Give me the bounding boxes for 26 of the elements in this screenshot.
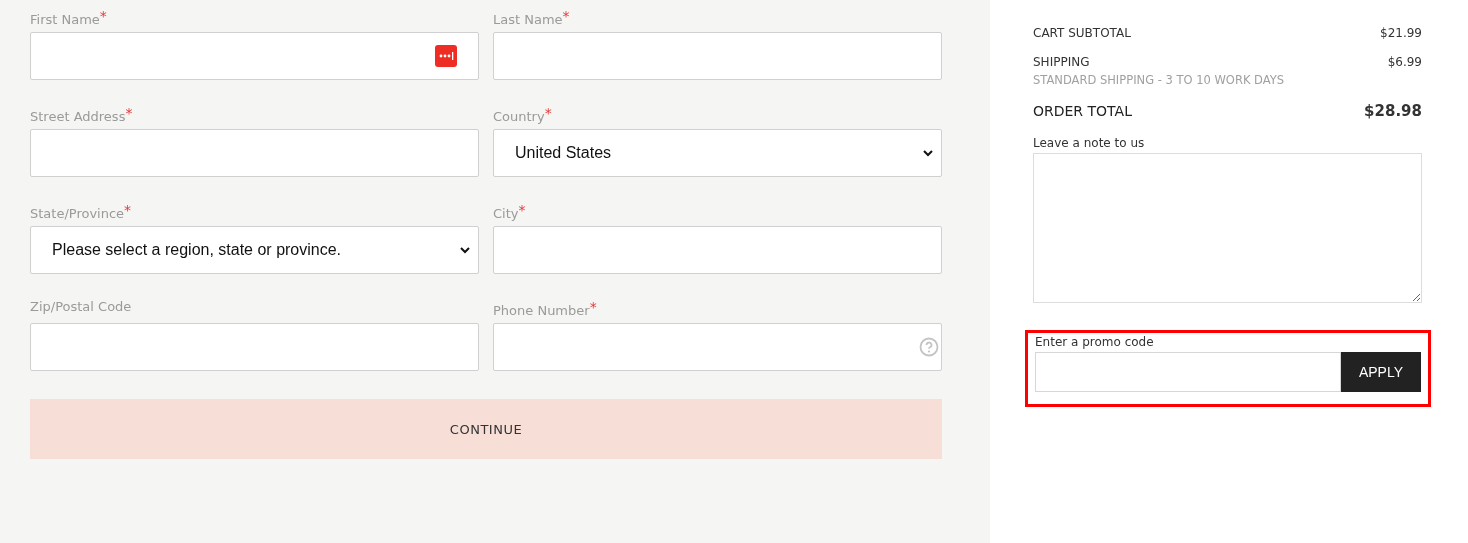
input-field[interactable] (493, 226, 942, 274)
help-icon[interactable] (919, 337, 939, 357)
promo-label: Enter a promo code (1035, 335, 1155, 349)
password-manager-icon[interactable] (435, 45, 457, 67)
apply-button[interactable]: APPLY (1341, 352, 1421, 392)
continue-button[interactable]: CONTINUE (30, 399, 942, 459)
select-field[interactable]: Please select a region, state or province. (30, 226, 479, 274)
summary-label: CART SUBTOTAL (1033, 26, 1131, 40)
summary-value: $28.98 (1364, 102, 1422, 120)
summary-label: SHIPPING (1033, 55, 1090, 69)
note-label: Leave a note to us (1033, 136, 1146, 150)
input-field[interactable] (30, 129, 479, 177)
input-field[interactable] (493, 32, 942, 80)
summary-label: ORDER TOTAL (1033, 103, 1132, 119)
input-field[interactable] (30, 323, 479, 371)
field-label: Zip/Postal Code (30, 298, 133, 316)
input-field[interactable] (30, 32, 479, 80)
summary-value: $6.99 (1387, 55, 1422, 69)
promo-code-field[interactable] (1035, 352, 1341, 392)
chevron-down-icon (923, 149, 933, 157)
shipping-note: STANDARD SHIPPING - 3 TO 10 WORK DAYS (1033, 73, 1286, 87)
input-field[interactable] (493, 323, 942, 371)
chevron-down-icon (460, 246, 470, 254)
note-field[interactable] (1033, 153, 1422, 303)
select-field[interactable]: United States (493, 129, 942, 177)
summary-value: $21.99 (1380, 26, 1422, 40)
